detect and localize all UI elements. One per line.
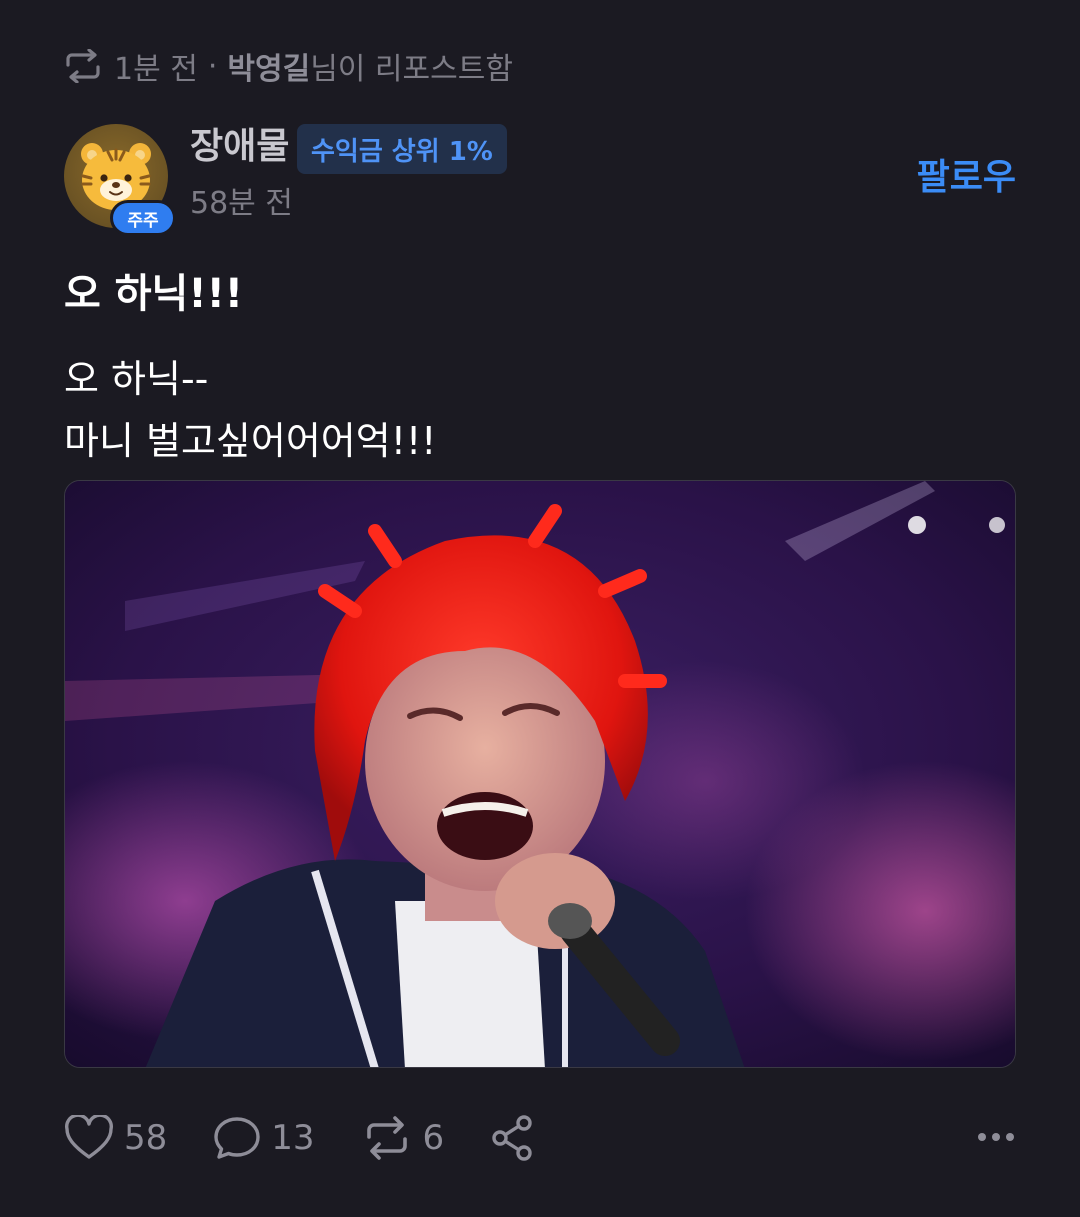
comment-button[interactable]: 13 (213, 1115, 315, 1161)
repost-info: 1분 전 · 박영길님이 리포스트함 (62, 44, 513, 88)
singer-photo (65, 481, 1015, 1067)
follow-button[interactable]: 팔로우 (917, 148, 1016, 200)
avatar-badge: 주주 (110, 200, 176, 236)
comment-count: 13 (271, 1118, 315, 1158)
action-bar: 58 13 6 (64, 1110, 1016, 1166)
post-title: 오 하닉!!! (64, 271, 244, 317)
like-button[interactable]: 58 (64, 1115, 167, 1161)
more-options-button[interactable] (976, 1129, 1016, 1148)
comment-bubble-icon (213, 1115, 261, 1161)
post-body-line: 오 하닉-- (64, 357, 209, 401)
post-screen: 1분 전 · 박영길님이 리포스트함 주주 장애물 수익금 상위 1% 58분 … (0, 0, 1080, 1217)
repost-separator: · (207, 48, 218, 84)
repost-button[interactable]: 6 (361, 1116, 445, 1160)
share-icon (490, 1114, 536, 1162)
share-button[interactable] (490, 1114, 536, 1162)
repost-time: 1분 전 (114, 52, 198, 87)
post-body-line: 마니 벌고싶어어어억!!! (64, 419, 437, 463)
post-time: 58분 전 (190, 186, 293, 221)
author-name[interactable]: 장애물 (190, 124, 289, 170)
rank-badge: 수익금 상위 1% (297, 124, 507, 174)
post-image[interactable] (64, 480, 1016, 1068)
repost-icon (62, 49, 104, 83)
repost-suffix: 님이 리포스트함 (310, 52, 513, 87)
repost-count: 6 (422, 1118, 445, 1158)
post-body: 오 하닉-- 마니 벌고싶어어어억!!! (64, 348, 436, 472)
author-avatar[interactable]: 주주 (64, 124, 176, 236)
more-dots-icon (976, 1129, 1016, 1148)
heart-icon (64, 1115, 114, 1161)
repost-user[interactable]: 박영길 (227, 52, 310, 87)
like-count: 58 (124, 1118, 168, 1158)
repost-icon (361, 1116, 413, 1160)
